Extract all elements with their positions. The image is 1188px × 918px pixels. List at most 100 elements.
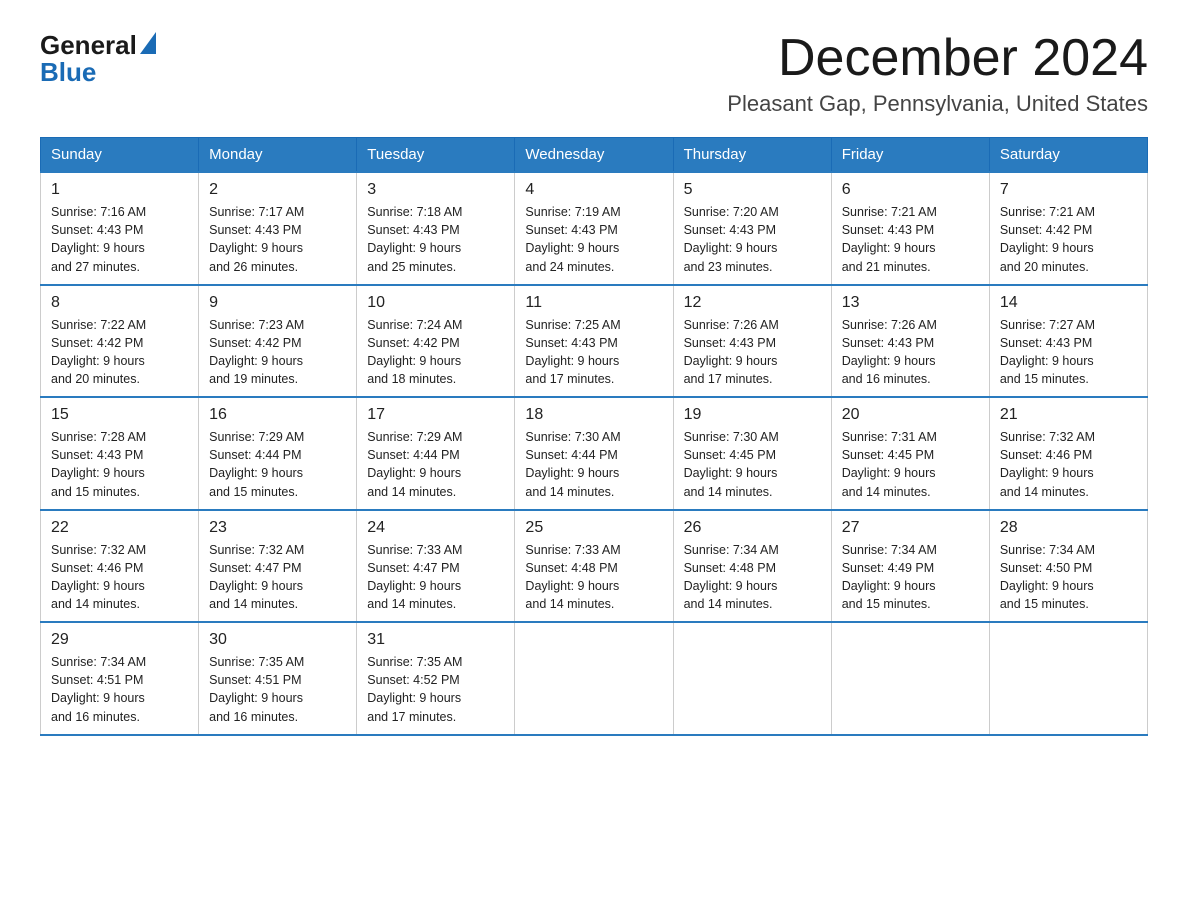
header-row: Sunday Monday Tuesday Wednesday Thursday…	[41, 138, 1148, 173]
calendar-week-3: 15 Sunrise: 7:28 AMSunset: 4:43 PMDayligh…	[41, 397, 1148, 510]
calendar-cell: 27 Sunrise: 7:34 AMSunset: 4:49 PMDayligh…	[831, 510, 989, 623]
col-wednesday: Wednesday	[515, 138, 673, 173]
calendar-table: Sunday Monday Tuesday Wednesday Thursday…	[40, 137, 1148, 736]
day-number: 15	[51, 406, 188, 424]
day-number: 9	[209, 294, 346, 312]
calendar-cell: 25Sunrise: 7:33 AMSunset: 4:48 PMDayligh…	[515, 510, 673, 623]
day-number: 29	[51, 631, 188, 649]
calendar-subtitle: Pleasant Gap, Pennsylvania, United State…	[727, 91, 1148, 117]
day-info: Sunrise: 7:34 AMSunset: 4:48 PMDaylight:…	[684, 541, 821, 614]
col-saturday: Saturday	[989, 138, 1147, 173]
day-info: Sunrise: 7:26 AMSunset: 4:43 PMDaylight:…	[684, 316, 821, 389]
day-number: 24	[367, 519, 504, 537]
calendar-week-2: 8Sunrise: 7:22 AMSunset: 4:42 PMDaylight…	[41, 285, 1148, 398]
day-number: 26	[684, 519, 821, 537]
day-info: Sunrise: 7:33 AMSunset: 4:47 PMDaylight:…	[367, 541, 504, 614]
col-monday: Monday	[199, 138, 357, 173]
page-header: General Blue December 2024 Pleasant Gap,…	[40, 30, 1148, 117]
day-info: Sunrise: 7:31 AMSunset: 4:45 PMDaylight:…	[842, 428, 979, 501]
calendar-cell: 14 Sunrise: 7:27 AMSunset: 4:43 PMDayligh…	[989, 285, 1147, 398]
calendar-cell	[515, 622, 673, 735]
day-info: Sunrise: 7:27 AMSunset: 4:43 PMDaylight:…	[1000, 316, 1137, 389]
calendar-cell: 6 Sunrise: 7:21 AMSunset: 4:43 PMDaylight…	[831, 172, 989, 285]
day-number: 20	[842, 406, 979, 424]
day-number: 5	[684, 181, 821, 199]
calendar-cell: 8Sunrise: 7:22 AMSunset: 4:42 PMDaylight…	[41, 285, 199, 398]
calendar-cell: 10 Sunrise: 7:24 AMSunset: 4:42 PMDayligh…	[357, 285, 515, 398]
day-number: 27	[842, 519, 979, 537]
calendar-cell: 4 Sunrise: 7:19 AMSunset: 4:43 PMDaylight…	[515, 172, 673, 285]
col-tuesday: Tuesday	[357, 138, 515, 173]
day-info: Sunrise: 7:32 AMSunset: 4:46 PMDaylight:…	[1000, 428, 1137, 501]
day-info: Sunrise: 7:34 AMSunset: 4:49 PMDaylight:…	[842, 541, 979, 614]
day-info: Sunrise: 7:21 AMSunset: 4:42 PMDaylight:…	[1000, 203, 1137, 276]
calendar-cell: 28Sunrise: 7:34 AMSunset: 4:50 PMDayligh…	[989, 510, 1147, 623]
day-info: Sunrise: 7:26 AMSunset: 4:43 PMDaylight:…	[842, 316, 979, 389]
day-info: Sunrise: 7:21 AMSunset: 4:43 PMDaylight:…	[842, 203, 979, 276]
calendar-cell: 9Sunrise: 7:23 AMSunset: 4:42 PMDaylight…	[199, 285, 357, 398]
calendar-cell: 24 Sunrise: 7:33 AMSunset: 4:47 PMDayligh…	[357, 510, 515, 623]
calendar-cell	[673, 622, 831, 735]
calendar-cell	[989, 622, 1147, 735]
day-number: 13	[842, 294, 979, 312]
calendar-cell: 5 Sunrise: 7:20 AMSunset: 4:43 PMDaylight…	[673, 172, 831, 285]
day-info: Sunrise: 7:35 AMSunset: 4:52 PMDaylight:…	[367, 653, 504, 726]
day-info: Sunrise: 7:29 AMSunset: 4:44 PMDaylight:…	[367, 428, 504, 501]
calendar-cell: 20 Sunrise: 7:31 AMSunset: 4:45 PMDayligh…	[831, 397, 989, 510]
day-number: 22	[51, 519, 188, 537]
calendar-cell: 1 Sunrise: 7:16 AMSunset: 4:43 PMDaylight…	[41, 172, 199, 285]
day-number: 1	[51, 181, 188, 199]
calendar-cell: 11Sunrise: 7:25 AMSunset: 4:43 PMDayligh…	[515, 285, 673, 398]
day-info: Sunrise: 7:32 AMSunset: 4:46 PMDaylight:…	[51, 541, 188, 614]
calendar-cell	[831, 622, 989, 735]
day-info: Sunrise: 7:19 AMSunset: 4:43 PMDaylight:…	[525, 203, 662, 276]
col-thursday: Thursday	[673, 138, 831, 173]
day-number: 4	[525, 181, 662, 199]
day-info: Sunrise: 7:29 AMSunset: 4:44 PMDaylight:…	[209, 428, 346, 501]
day-number: 6	[842, 181, 979, 199]
title-block: December 2024 Pleasant Gap, Pennsylvania…	[727, 30, 1148, 117]
day-number: 19	[684, 406, 821, 424]
day-info: Sunrise: 7:16 AMSunset: 4:43 PMDaylight:…	[51, 203, 188, 276]
calendar-cell: 15 Sunrise: 7:28 AMSunset: 4:43 PMDayligh…	[41, 397, 199, 510]
calendar-week-4: 22 Sunrise: 7:32 AMSunset: 4:46 PMDayligh…	[41, 510, 1148, 623]
calendar-body: 1 Sunrise: 7:16 AMSunset: 4:43 PMDaylight…	[41, 172, 1148, 735]
calendar-cell: 17 Sunrise: 7:29 AMSunset: 4:44 PMDayligh…	[357, 397, 515, 510]
day-number: 7	[1000, 181, 1137, 199]
day-number: 10	[367, 294, 504, 312]
day-number: 21	[1000, 406, 1137, 424]
calendar-cell: 16Sunrise: 7:29 AMSunset: 4:44 PMDayligh…	[199, 397, 357, 510]
calendar-cell: 7 Sunrise: 7:21 AMSunset: 4:42 PMDaylight…	[989, 172, 1147, 285]
day-number: 25	[525, 519, 662, 537]
day-number: 17	[367, 406, 504, 424]
day-number: 2	[209, 181, 346, 199]
calendar-title: December 2024	[727, 30, 1148, 87]
day-number: 14	[1000, 294, 1137, 312]
day-info: Sunrise: 7:32 AMSunset: 4:47 PMDaylight:…	[209, 541, 346, 614]
day-info: Sunrise: 7:24 AMSunset: 4:42 PMDaylight:…	[367, 316, 504, 389]
day-info: Sunrise: 7:20 AMSunset: 4:43 PMDaylight:…	[684, 203, 821, 276]
calendar-cell: 22 Sunrise: 7:32 AMSunset: 4:46 PMDayligh…	[41, 510, 199, 623]
calendar-cell: 18Sunrise: 7:30 AMSunset: 4:44 PMDayligh…	[515, 397, 673, 510]
calendar-cell: 30Sunrise: 7:35 AMSunset: 4:51 PMDayligh…	[199, 622, 357, 735]
day-number: 23	[209, 519, 346, 537]
day-number: 30	[209, 631, 346, 649]
calendar-cell: 23 Sunrise: 7:32 AMSunset: 4:47 PMDayligh…	[199, 510, 357, 623]
day-info: Sunrise: 7:34 AMSunset: 4:50 PMDaylight:…	[1000, 541, 1137, 614]
day-number: 3	[367, 181, 504, 199]
calendar-cell: 29 Sunrise: 7:34 AMSunset: 4:51 PMDayligh…	[41, 622, 199, 735]
day-number: 31	[367, 631, 504, 649]
calendar-week-5: 29 Sunrise: 7:34 AMSunset: 4:51 PMDayligh…	[41, 622, 1148, 735]
day-info: Sunrise: 7:17 AMSunset: 4:43 PMDaylight:…	[209, 203, 346, 276]
day-number: 12	[684, 294, 821, 312]
day-info: Sunrise: 7:28 AMSunset: 4:43 PMDaylight:…	[51, 428, 188, 501]
calendar-week-1: 1 Sunrise: 7:16 AMSunset: 4:43 PMDaylight…	[41, 172, 1148, 285]
calendar-cell: 19Sunrise: 7:30 AMSunset: 4:45 PMDayligh…	[673, 397, 831, 510]
calendar-cell: 12 Sunrise: 7:26 AMSunset: 4:43 PMDayligh…	[673, 285, 831, 398]
logo-text-blue: Blue	[40, 57, 156, 88]
logo: General Blue	[40, 30, 156, 88]
day-info: Sunrise: 7:34 AMSunset: 4:51 PMDaylight:…	[51, 653, 188, 726]
day-info: Sunrise: 7:25 AMSunset: 4:43 PMDaylight:…	[525, 316, 662, 389]
calendar-cell: 13 Sunrise: 7:26 AMSunset: 4:43 PMDayligh…	[831, 285, 989, 398]
calendar-header: Sunday Monday Tuesday Wednesday Thursday…	[41, 138, 1148, 173]
